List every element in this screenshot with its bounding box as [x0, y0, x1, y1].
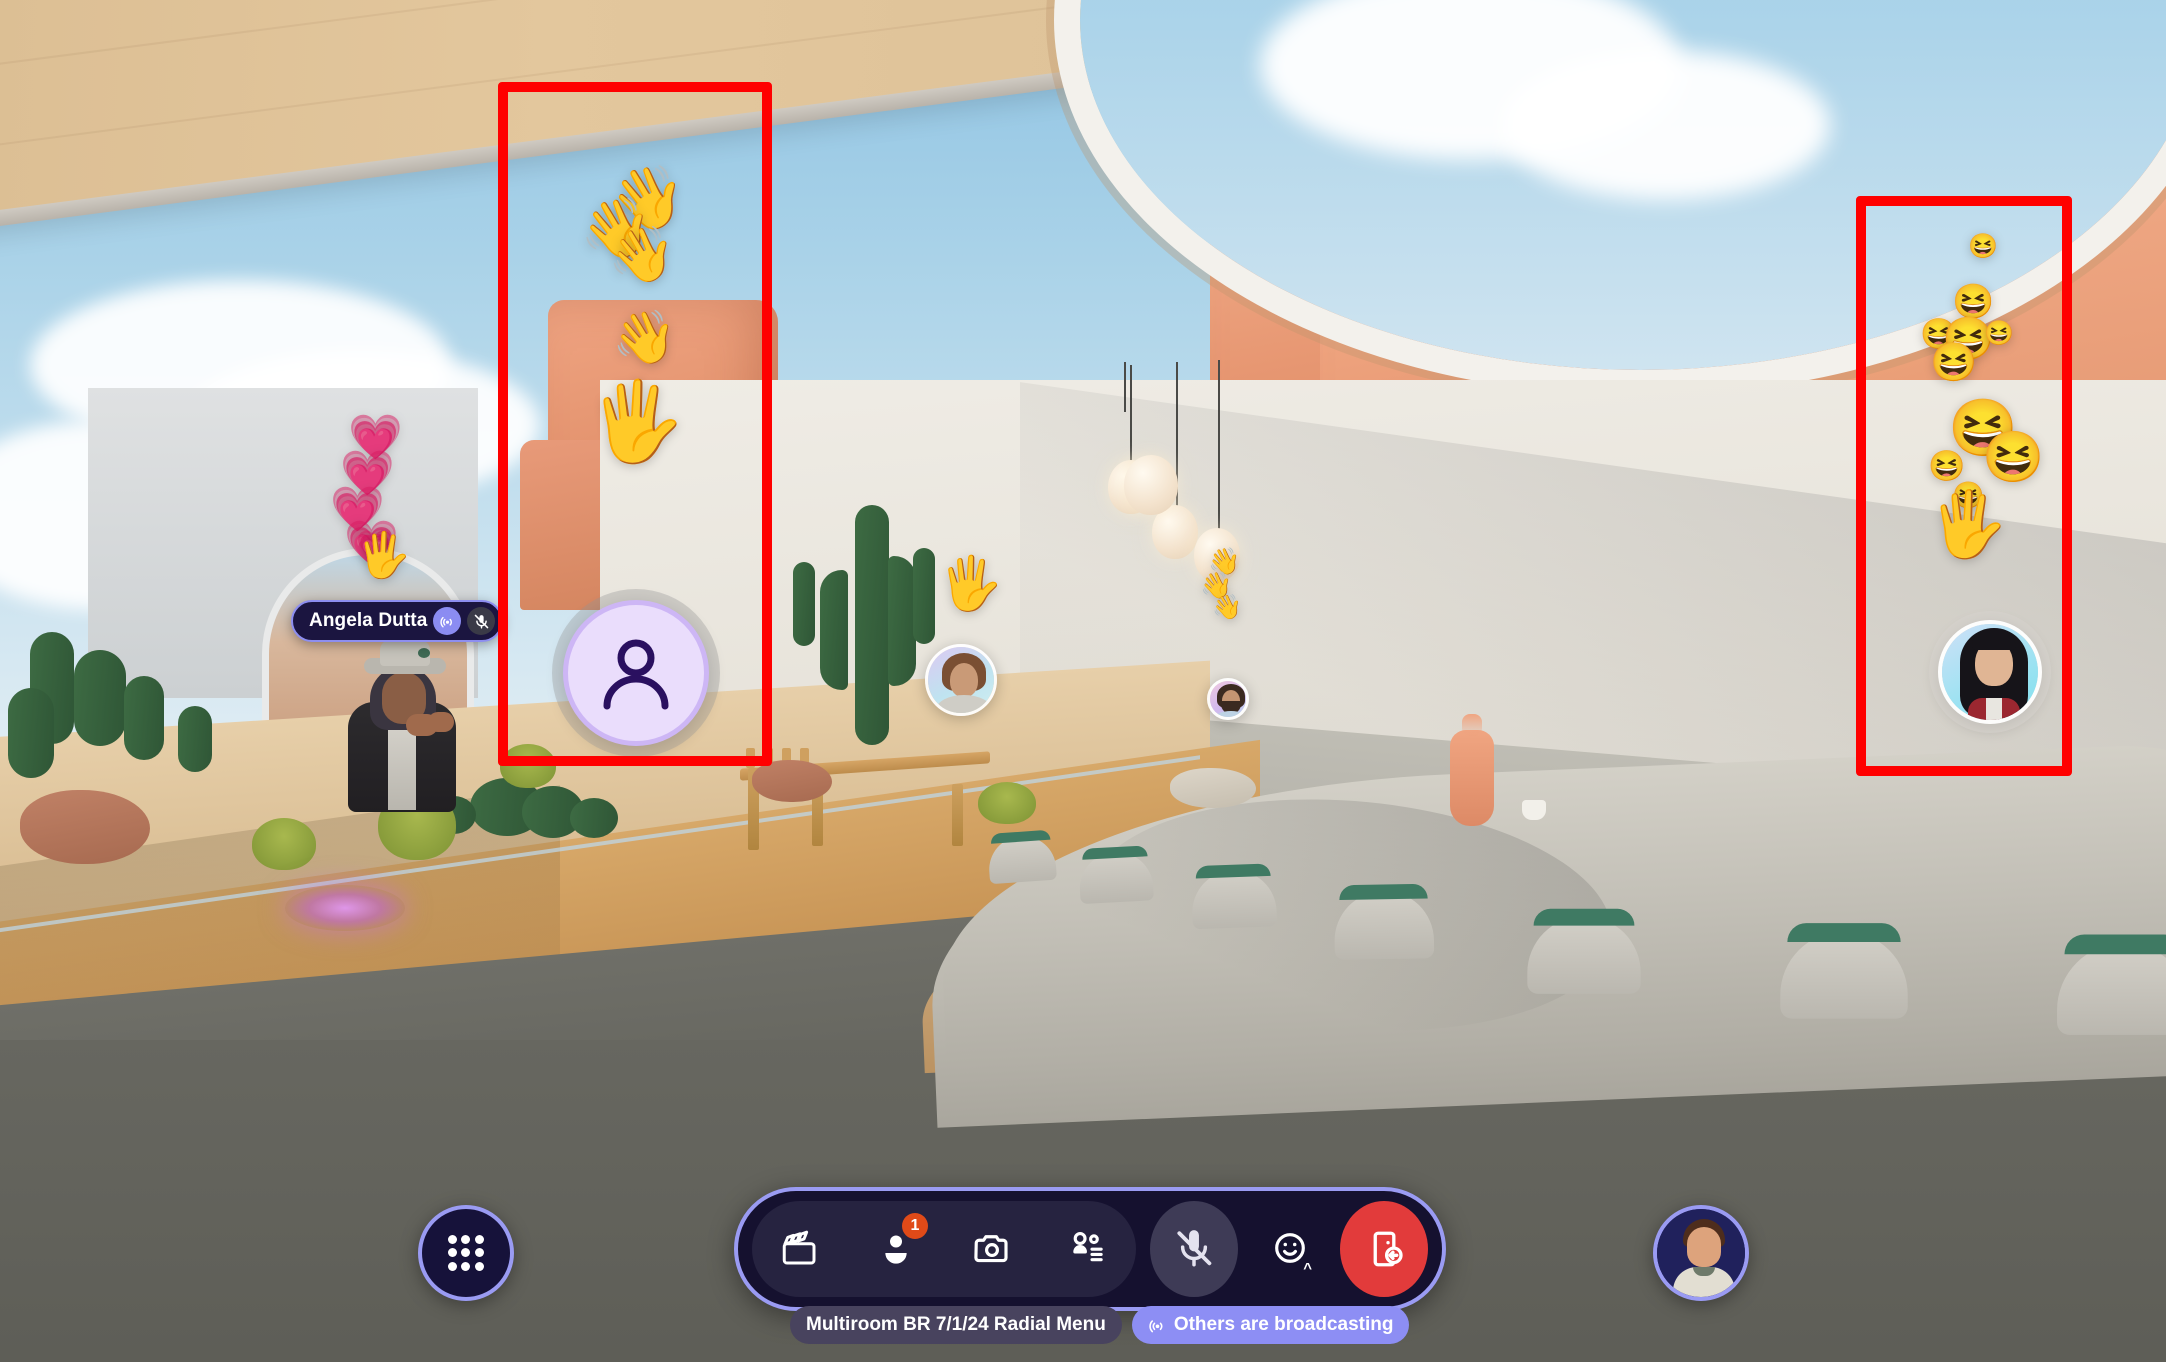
room-name-pill: Multiroom BR 7/1/24 Radial Menu — [790, 1306, 1122, 1344]
laugh-reaction-emoji: 😆 — [1968, 233, 1998, 260]
exit-door-icon — [1373, 1231, 1403, 1267]
leave-button[interactable] — [1340, 1201, 1428, 1297]
laugh-reaction-emoji: 😆 — [1930, 342, 1978, 384]
participant-headshot-brown-hair — [925, 644, 997, 716]
cactus-arm — [888, 556, 916, 686]
main-toolbar: 1 ^ — [734, 1187, 1446, 1311]
pendant-wire — [1124, 362, 1126, 412]
grid-apps-icon-dot — [461, 1235, 471, 1245]
people-badge-count: 1 — [902, 1213, 928, 1239]
clapperboard-icon — [782, 1230, 816, 1265]
chevron-up-icon: ^ — [1303, 1260, 1312, 1277]
broadcast-status-pill: Others are broadcasting — [1131, 1306, 1410, 1344]
broadcast-status-label: Others are broadcasting — [1173, 1314, 1394, 1335]
wave-reaction-emoji: 🖐️ — [356, 531, 411, 580]
camera-icon — [974, 1235, 1008, 1263]
wave-reaction-emoji: 🖐️ — [1928, 488, 2008, 560]
app-launcher-button[interactable] — [418, 1205, 514, 1301]
pendant-wire — [1218, 360, 1220, 556]
mic-muted-icon[interactable] — [467, 607, 496, 635]
grass-bush — [252, 818, 316, 870]
laugh-reaction-emoji: 😆 — [1982, 429, 2045, 485]
person-icon — [603, 639, 669, 710]
cactus-arm — [793, 562, 815, 646]
wave-reaction-emoji: 👋 — [1212, 594, 1242, 621]
broadcast-icon — [1149, 1319, 1163, 1332]
vr-app-screenshot: 💗 💗 💗 💗 💗 🖐️ 👋 👋 👋 👋 🖐️ 🖐️ 👋 👋 👋 😆 😆 😆 😆… — [0, 0, 2166, 1362]
prickly-pear — [178, 706, 212, 772]
grid-apps-icon-dot — [461, 1261, 471, 1271]
wave-reaction-emoji: 👋 — [608, 225, 676, 285]
participant-headshot-beard — [1207, 678, 1249, 720]
barrel-cactus — [570, 798, 618, 838]
cactus — [855, 505, 889, 745]
grass-bush — [500, 744, 556, 788]
participant-headshot-dark-hair — [1938, 620, 2042, 724]
laugh-reaction-emoji: 😆 — [1952, 283, 1995, 321]
default-avatar-placeholder — [563, 600, 709, 746]
broadcast-icon[interactable] — [433, 607, 462, 635]
participant-name-label: Angela Dutta — [309, 610, 428, 631]
mic-muted-icon — [1177, 1230, 1212, 1267]
cactus-arm — [913, 548, 935, 644]
toolbar-left-group: 1 — [752, 1201, 1136, 1297]
prickly-pear — [74, 650, 126, 746]
desert-rock — [752, 760, 832, 802]
laugh-reaction-emoji: 😆 — [1928, 450, 1966, 483]
wave-reaction-emoji: 🖐️ — [938, 555, 1003, 613]
grass-bush — [978, 782, 1036, 824]
avatar-face — [1687, 1227, 1721, 1267]
people-list-icon — [1073, 1232, 1103, 1262]
teleport-marker — [285, 885, 405, 931]
participants-button[interactable] — [1040, 1201, 1136, 1297]
microphone-button[interactable] — [1150, 1201, 1238, 1297]
desert-rock — [1170, 768, 1256, 808]
desert-rock — [20, 790, 150, 864]
grid-apps-icon-dot — [474, 1235, 484, 1245]
room-name-label: Multiroom BR 7/1/24 Radial Menu — [806, 1314, 1106, 1335]
grid-apps-icon-dot — [448, 1261, 458, 1271]
prickly-pear — [124, 676, 164, 760]
wave-reaction-emoji: 🖐️ — [588, 377, 686, 465]
pendant-bulb — [1124, 455, 1178, 515]
media-button[interactable] — [752, 1201, 848, 1297]
grid-apps-icon-dot — [448, 1235, 458, 1245]
status-pill-row: Multiroom BR 7/1/24 Radial Menu Others a… — [790, 1306, 1410, 1344]
grid-apps-icon-dot — [474, 1261, 484, 1271]
grid-apps-icon-dot — [461, 1248, 471, 1258]
grid-apps-icon-dot — [474, 1248, 484, 1258]
laugh-reaction-emoji: 😆 — [1984, 320, 2014, 347]
self-avatar-button[interactable] — [1653, 1205, 1749, 1301]
wave-reaction-emoji: 👋 — [612, 309, 677, 367]
reactions-button[interactable]: ^ — [1246, 1201, 1334, 1297]
people-button[interactable]: 1 — [848, 1201, 944, 1297]
prickly-pear — [8, 688, 54, 778]
cup — [1522, 800, 1546, 820]
participant-nameplate[interactable]: Angela Dutta — [291, 600, 504, 642]
camera-button[interactable] — [944, 1201, 1040, 1297]
grid-apps-icon-dot — [448, 1248, 458, 1258]
vr-scene-viewport — [0, 0, 2166, 1362]
terracotta-vase — [1450, 714, 1494, 826]
cactus-arm — [820, 570, 848, 690]
participant-avatar-angela — [330, 640, 480, 812]
